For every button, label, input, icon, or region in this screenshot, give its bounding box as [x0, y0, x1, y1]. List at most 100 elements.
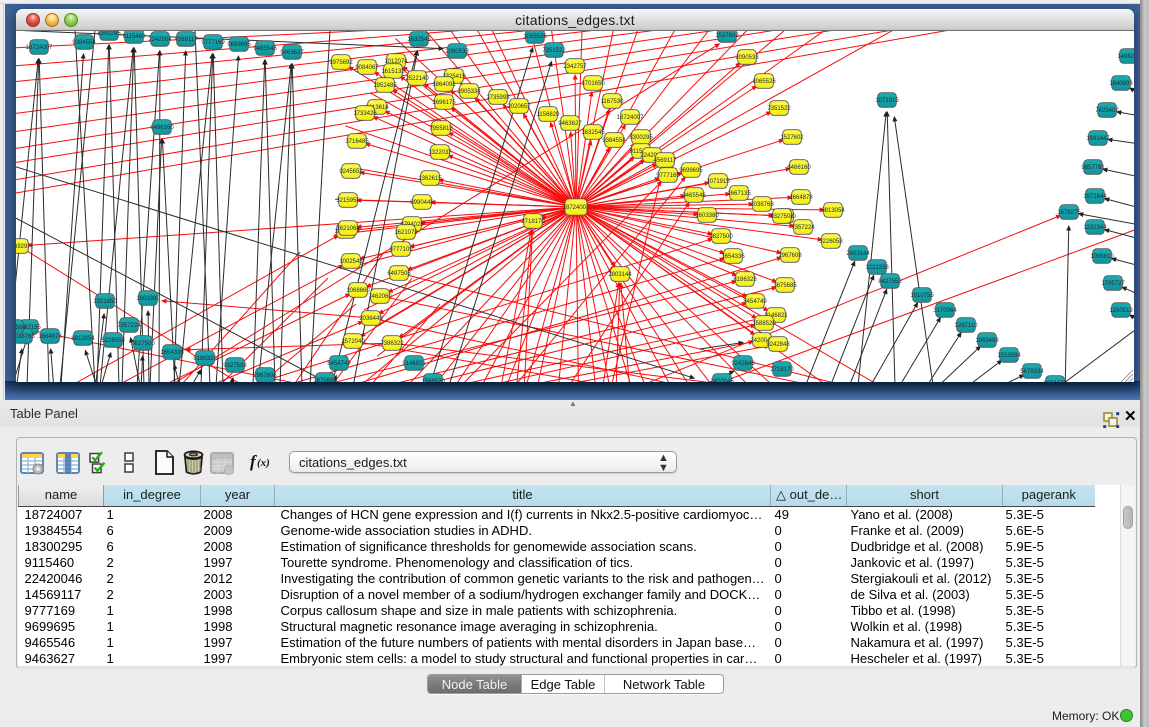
svg-text:3267110: 3267110	[955, 323, 979, 329]
svg-text:1167530: 1167530	[601, 99, 625, 105]
svg-text:8454749: 8454749	[327, 361, 351, 367]
svg-text:7386322: 7386322	[380, 341, 404, 347]
svg-text:1691447: 1691447	[1086, 136, 1110, 142]
svg-text:1952485: 1952485	[373, 83, 397, 89]
svg-text:8300295: 8300295	[97, 31, 121, 37]
svg-text:1002543: 1002543	[339, 259, 363, 265]
svg-text:1664878: 1664878	[38, 334, 62, 340]
svg-text:2038768: 2038768	[750, 202, 774, 208]
svg-text:1921850: 1921850	[93, 299, 117, 305]
svg-text:7955812: 7955812	[429, 126, 453, 132]
svg-text:18724007: 18724007	[617, 115, 644, 121]
svg-text:9699695: 9699695	[227, 42, 251, 48]
svg-text:1232344: 1232344	[1083, 225, 1107, 231]
svg-text:2090533: 2090533	[735, 55, 759, 61]
svg-text:9084067: 9084067	[355, 65, 379, 71]
svg-text:6466160: 6466160	[150, 125, 174, 131]
svg-text:1795727: 1795727	[1101, 281, 1125, 287]
svg-text:3716485: 3716485	[345, 139, 369, 145]
svg-text:1640993: 1640993	[1109, 81, 1133, 87]
svg-text:1733426: 1733426	[353, 111, 377, 117]
svg-text:9146821: 9146821	[402, 361, 426, 367]
svg-text:1527602: 1527602	[780, 135, 804, 141]
svg-text:9115460: 9115460	[123, 34, 147, 40]
svg-text:7351522: 7351522	[767, 106, 791, 112]
svg-text:1065526: 1065526	[523, 34, 547, 40]
svg-text:2522140: 2522140	[405, 76, 429, 82]
svg-text:1068860: 1068860	[346, 288, 370, 294]
svg-text:1965498: 1965498	[975, 338, 999, 344]
svg-text:9777109: 9777109	[389, 247, 413, 253]
svg-text:1156829: 1156829	[537, 112, 561, 118]
svg-text:2242004: 2242004	[148, 37, 172, 43]
svg-text:1250519: 1250519	[1109, 308, 1133, 314]
svg-text:2036443: 2036443	[359, 316, 383, 322]
svg-text:9327508: 9327508	[770, 214, 794, 220]
svg-text:1569297: 1569297	[16, 244, 31, 250]
svg-text:2420046: 2420046	[710, 379, 734, 382]
svg-text:2803144: 2803144	[608, 272, 632, 278]
svg-text:(x): (x)	[257, 457, 270, 469]
svg-text:8186328: 8186328	[193, 356, 217, 362]
svg-text:7462060: 7462060	[368, 294, 392, 300]
svg-text:1065526: 1065526	[752, 79, 776, 85]
svg-text:1362615: 1362615	[418, 176, 442, 182]
svg-text:1654336: 1654336	[721, 254, 745, 260]
svg-text:4569117: 4569117	[654, 158, 678, 164]
svg-text:9242848: 9242848	[731, 361, 755, 367]
svg-text:1571644: 1571644	[1083, 194, 1107, 200]
svg-text:9857791: 9857791	[1081, 165, 1105, 171]
svg-text:7357224: 7357224	[117, 323, 141, 329]
svg-text:9827500: 9827500	[131, 341, 155, 347]
svg-text:6497508: 6497508	[387, 271, 411, 277]
svg-text:1615132: 1615132	[381, 69, 405, 75]
svg-text:9463627: 9463627	[558, 121, 582, 127]
svg-text:1632545: 1632545	[581, 130, 605, 136]
svg-text:1621072: 1621072	[394, 230, 418, 236]
svg-text:1603380: 1603380	[695, 213, 719, 219]
svg-text:2342757: 2342757	[563, 64, 587, 70]
svg-text:2967608: 2967608	[253, 373, 277, 379]
svg-text:8813054: 8813054	[821, 208, 845, 214]
svg-text:2718170: 2718170	[521, 219, 545, 225]
svg-text:5226058: 5226058	[819, 239, 843, 245]
svg-text:18724007: 18724007	[563, 205, 590, 211]
svg-text:7625402: 7625402	[1095, 108, 1119, 114]
svg-text:1071915: 1071915	[875, 98, 899, 104]
svg-text:1654336: 1654336	[160, 350, 184, 356]
svg-text:7357224: 7357224	[791, 225, 815, 231]
svg-text:1735993: 1735993	[486, 95, 510, 101]
svg-text:7351522: 7351522	[542, 48, 566, 54]
svg-text:9327508: 9327508	[223, 363, 247, 369]
svg-text:9465546: 9465546	[253, 46, 277, 52]
svg-text:1975692: 1975692	[329, 60, 353, 66]
svg-text:8990448: 8990448	[410, 200, 434, 206]
svg-text:1221338: 1221338	[865, 265, 889, 271]
svg-text:9777169: 9777169	[201, 40, 225, 46]
svg-text:9384554: 9384554	[72, 40, 96, 46]
svg-text:9384554: 9384554	[602, 138, 626, 144]
svg-text:1603380: 1603380	[136, 296, 160, 302]
svg-text:2718170: 2718170	[770, 367, 794, 373]
svg-text:1678275: 1678275	[1057, 210, 1081, 216]
svg-text:2967608: 2967608	[778, 253, 802, 259]
svg-text:2905334: 2905334	[457, 89, 481, 95]
svg-text:4569117: 4569117	[175, 37, 199, 43]
svg-text:9245652: 9245652	[339, 169, 363, 175]
svg-text:9777169: 9777169	[656, 173, 680, 179]
svg-text:1701650: 1701650	[581, 81, 605, 87]
svg-text:18724007: 18724007	[26, 45, 53, 51]
svg-text:3875685: 3875685	[313, 378, 337, 382]
svg-text:8813054: 8813054	[71, 336, 95, 342]
svg-text:1667135: 1667135	[727, 191, 751, 197]
svg-text:1696175: 1696175	[432, 100, 456, 106]
svg-text:5678334: 5678334	[1020, 369, 1044, 375]
svg-text:9699695: 9699695	[679, 168, 703, 174]
svg-text:1664878: 1664878	[789, 195, 813, 201]
svg-text:5226058: 5226058	[101, 338, 125, 344]
svg-text:2020657: 2020657	[507, 104, 531, 110]
svg-text:1864091: 1864091	[432, 82, 456, 88]
svg-text:9242848: 9242848	[766, 342, 790, 348]
svg-text:1095810: 1095810	[1090, 254, 1114, 260]
svg-text:9463627: 9463627	[280, 50, 304, 56]
